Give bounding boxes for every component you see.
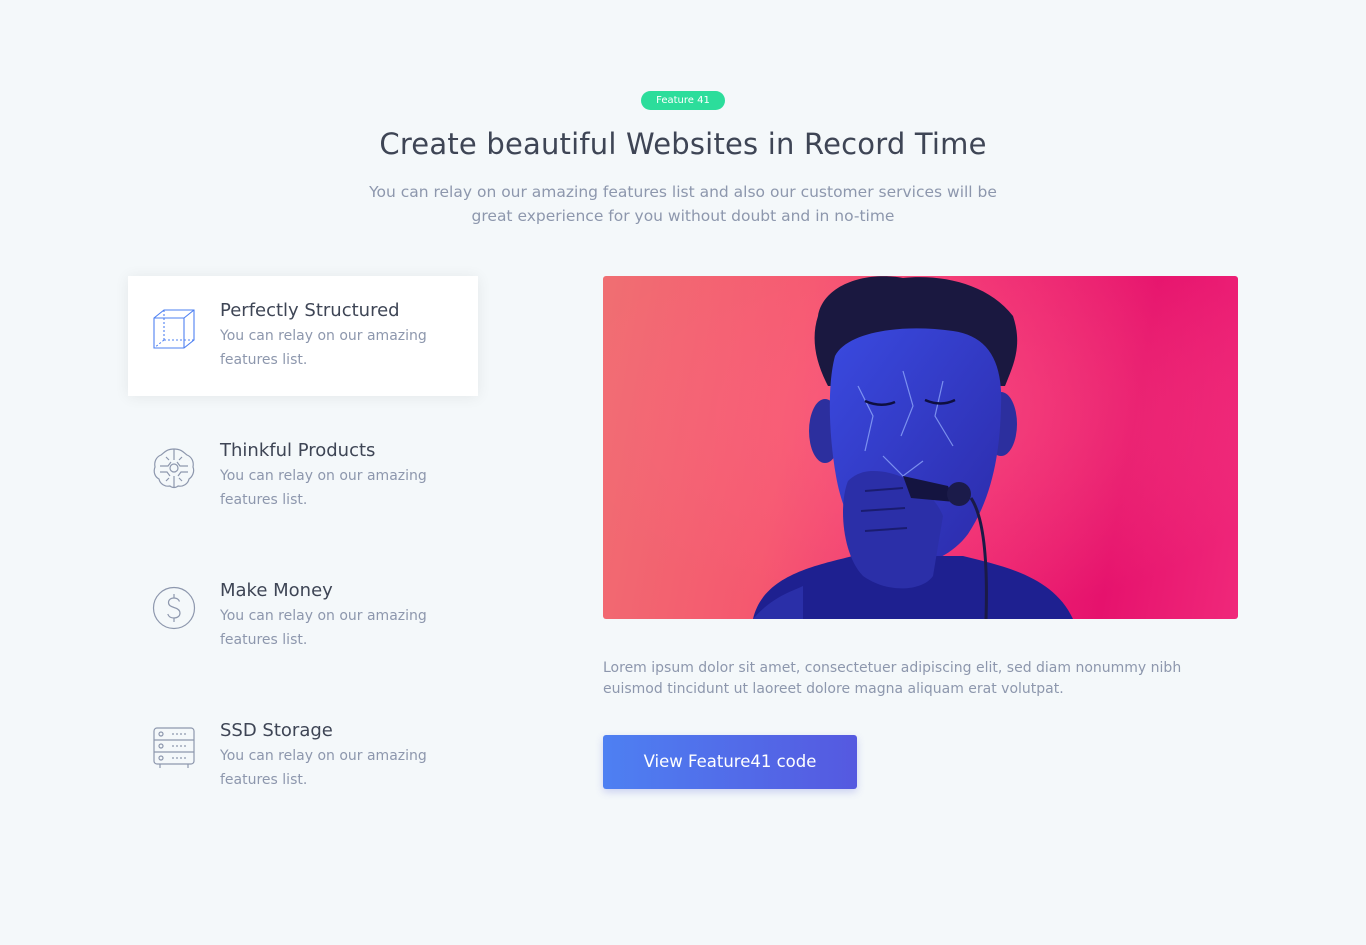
feature-badge: Feature 41 [641, 91, 725, 110]
feature-item-make-money[interactable]: Make Money You can relay on our amazing … [128, 556, 478, 676]
feature-text: You can relay on our amazing features li… [220, 468, 427, 508]
section-subtitle: You can relay on our amazing features li… [369, 183, 997, 225]
feature-title: Thinkful Products [220, 440, 376, 461]
feature-title: SSD Storage [220, 720, 333, 741]
section-title: Create beautiful Websites in Record Time [379, 127, 987, 161]
server-icon [152, 726, 196, 770]
cube-icon [152, 306, 196, 350]
feature-list: Perfectly Structured You can relay on ou… [128, 276, 478, 836]
feature-text: You can relay on our amazing features li… [220, 748, 427, 788]
feature-text: You can relay on our amazing features li… [220, 328, 427, 368]
feature-item-ssd-storage[interactable]: SSD Storage You can relay on our amazing… [128, 696, 478, 816]
feature-photo [603, 276, 1238, 619]
feature-description: Lorem ipsum dolor sit amet, consectetuer… [603, 660, 1182, 697]
singer-with-microphone-photo [603, 276, 1238, 619]
feature-title: Make Money [220, 580, 333, 601]
feature-item-perfectly-structured[interactable]: Perfectly Structured You can relay on ou… [128, 276, 478, 396]
feature-title: Perfectly Structured [220, 300, 400, 321]
feature-text: You can relay on our amazing features li… [220, 608, 427, 648]
feature-item-thinkful-products[interactable]: Thinkful Products You can relay on our a… [128, 416, 478, 536]
brain-circuit-icon [152, 446, 196, 490]
view-code-button[interactable]: View Feature41 code [603, 735, 857, 789]
dollar-coin-icon [152, 586, 196, 630]
